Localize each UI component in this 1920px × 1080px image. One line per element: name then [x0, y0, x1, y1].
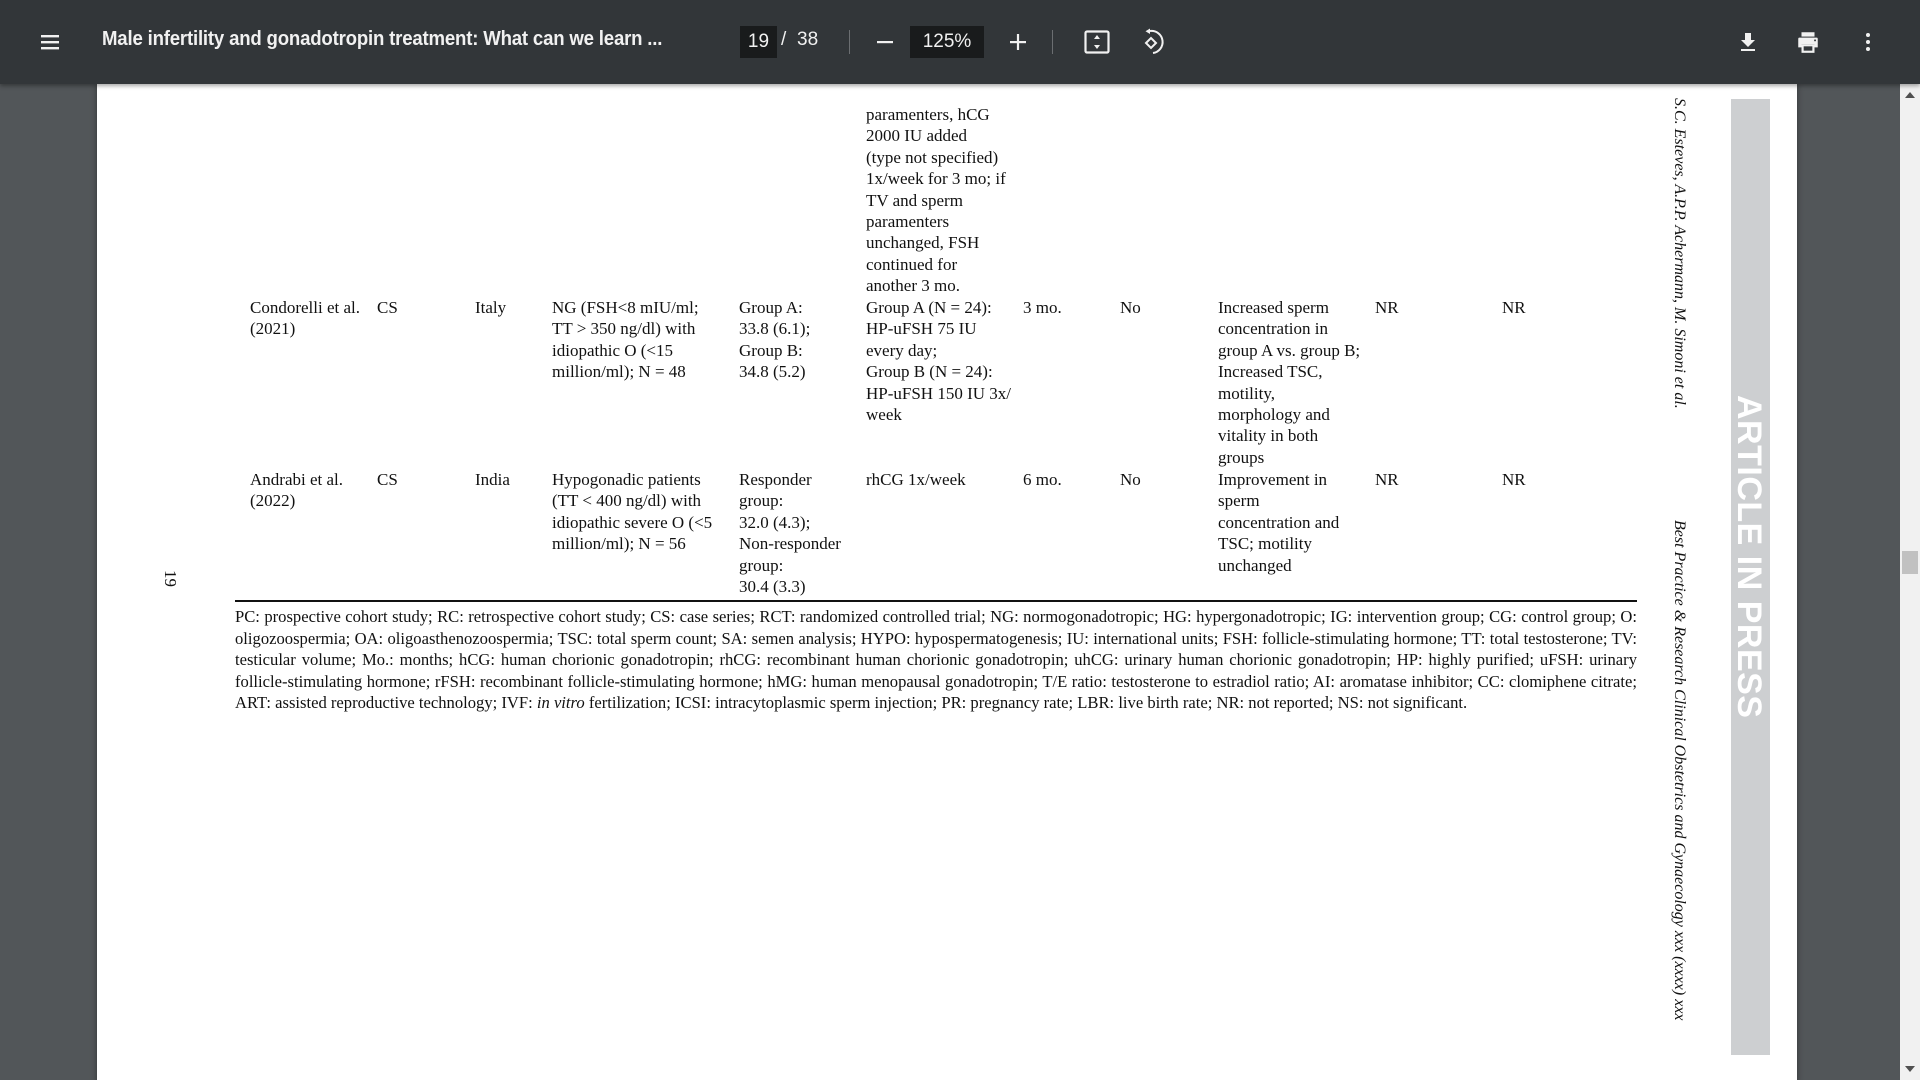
scroll-down-arrow-icon [1905, 1066, 1915, 1072]
zoom-level-input[interactable] [910, 26, 984, 58]
table-cell-duration: 3 mo. [1023, 298, 1062, 317]
table-cell-outcome: Increased sperm concentration in group A… [1218, 298, 1361, 467]
total-pages: 38 [797, 29, 819, 50]
table-cell-population: Hypogonadic patients (TT < 400 ng/dl) wi… [552, 470, 713, 554]
table-cell-age: Group A: 33.8 (6.1); Group B: 34.8 (5.2) [739, 298, 811, 382]
rotate-counterclockwise-icon [1144, 28, 1164, 54]
running-head-journal: Best Practice & Research Clinical Obstet… [1671, 520, 1688, 1021]
table-cell-treatment: rhCG 1x/week [866, 470, 966, 489]
zoom-in-button[interactable] [998, 22, 1038, 62]
table-footnote: PC: prospective cohort study; RC: retros… [235, 607, 1637, 712]
table-cell-treatment-continued: paramenters, hCG 2000 IU added (type not… [866, 105, 1006, 296]
download-icon [1741, 33, 1755, 51]
document-title: Male infertility and gonadotropin treatm… [102, 28, 663, 50]
plus-icon [1010, 34, 1026, 50]
scroll-up-button[interactable] [1900, 86, 1920, 104]
pdf-toolbar: Male infertility and gonadotropin treatm… [0, 0, 1920, 84]
menu-button[interactable] [30, 22, 70, 62]
scroll-down-button[interactable] [1900, 1060, 1920, 1078]
table-cell-design: CS [377, 298, 398, 317]
table-cell-outcome: Improvement in sperm concentration and T… [1218, 470, 1340, 575]
more-actions-button[interactable] [1848, 22, 1888, 62]
toolbar-divider [1052, 30, 1053, 54]
table-cell-study: Andrabi et al. (2022) [250, 470, 343, 511]
table-cell-study: Condorelli et al. (2021) [250, 298, 361, 339]
fit-to-page-icon [1084, 30, 1110, 54]
table-cell-country: India [475, 470, 510, 489]
page-number: 19 [161, 570, 180, 587]
page-separator: / [781, 29, 787, 50]
table-cell-pregnancy-rate: NR [1375, 470, 1399, 489]
zoom-out-button[interactable] [865, 22, 905, 62]
table-cell-control: No [1120, 470, 1141, 489]
minus-icon [877, 41, 893, 44]
table-cell-pregnancy-rate: NR [1375, 298, 1399, 317]
table-cell-design: CS [377, 470, 398, 489]
rotate-button[interactable] [1131, 22, 1171, 62]
running-head-authors: S.C. Esteves, A.P.P. Achermann, M. Simon… [1671, 98, 1688, 409]
vertical-scrollbar[interactable] [1900, 84, 1920, 1080]
hamburger-menu-icon [41, 35, 59, 50]
table-cell-country: Italy [475, 298, 507, 317]
page-number-input[interactable] [740, 26, 777, 58]
toolbar-divider [849, 30, 850, 54]
fit-to-page-button[interactable] [1077, 22, 1117, 62]
table-cell-duration: 6 mo. [1023, 470, 1062, 489]
download-button[interactable] [1728, 22, 1768, 62]
print-icon [1798, 32, 1818, 53]
italic-term: in vitro [536, 693, 585, 712]
table-cell-age: Responder group: 32.0 (4.3); Non-respond… [739, 470, 841, 597]
table-cell-control: No [1120, 298, 1141, 317]
table-cell-live-birth-rate: NR [1502, 470, 1526, 489]
table-cell-live-birth-rate: NR [1502, 298, 1526, 317]
scroll-up-arrow-icon [1905, 92, 1915, 98]
more-vertical-icon [1866, 33, 1870, 51]
article-in-press-watermark: ARTICLE IN PRESS [1730, 395, 1768, 719]
scrollbar-thumb[interactable] [1902, 551, 1918, 574]
table-bottom-rule [235, 600, 1637, 602]
table-cell-treatment: Group A (N = 24): HP-uFSH 75 IU every da… [866, 298, 1011, 425]
table-cell-population: NG (FSH<8 mIU/ml; TT > 350 ng/dl) with i… [552, 298, 699, 382]
print-button[interactable] [1788, 22, 1828, 62]
